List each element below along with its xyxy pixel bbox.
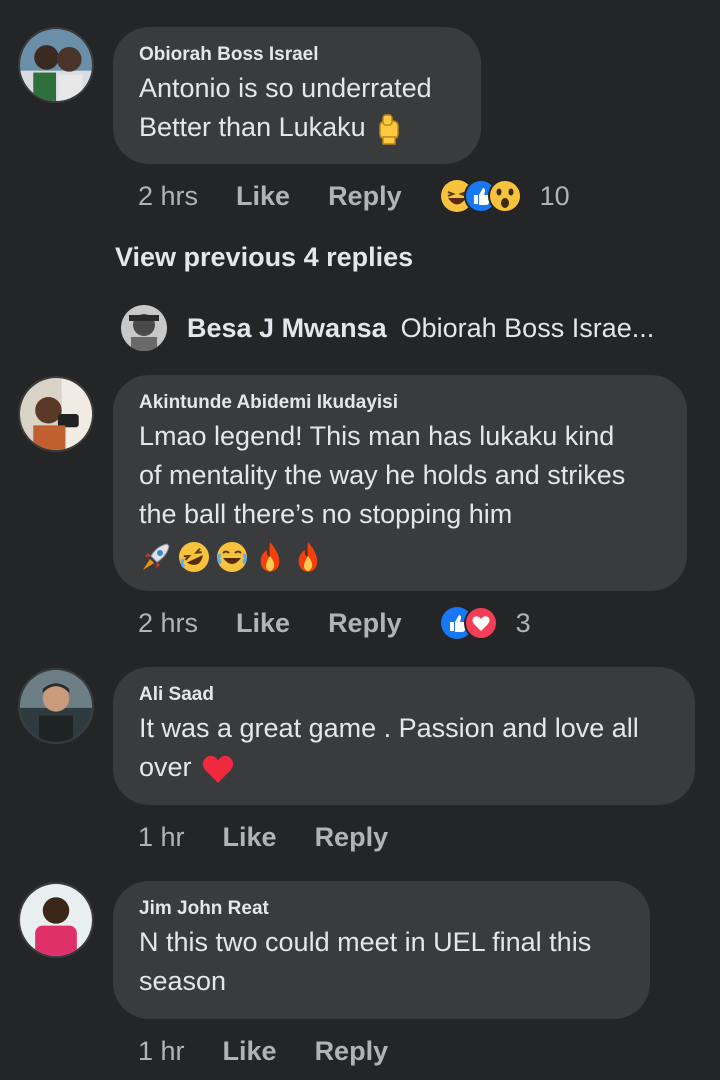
comment-bubble: Jim John Reat N this two could meet in U… — [113, 881, 650, 1019]
love-icon — [463, 606, 498, 640]
comment-actions: 1 hr Like Reply — [138, 819, 426, 855]
reply-button[interactable]: Reply — [328, 181, 402, 212]
rocket-emoji — [143, 543, 170, 570]
comment-bubble: Akintunde Abidemi Ikudayisi Lmao legend!… — [113, 375, 687, 591]
comment-actions: 1 hr Like Reply — [138, 1033, 426, 1069]
comment-time[interactable]: 1 hr — [138, 1036, 185, 1067]
wow-icon — [487, 179, 522, 213]
comment-actions: 2 hrs Like Reply 3 — [138, 605, 531, 641]
like-button[interactable]: Like — [223, 822, 277, 853]
reaction-summary[interactable] — [440, 179, 522, 213]
reply-button[interactable]: Reply — [328, 608, 402, 639]
comment-actions: 2 hrs Like Reply 10 — [138, 178, 570, 214]
reply-text: Obiorah Boss Israe... — [400, 312, 655, 343]
comment-text: Lmao legend! This man has lukaku kind of… — [139, 421, 626, 529]
raised-fist-emoji — [378, 114, 399, 145]
like-button[interactable]: Like — [223, 1036, 277, 1067]
comment-author[interactable]: Ali Saad — [139, 683, 669, 707]
reply-button[interactable]: Reply — [315, 822, 389, 853]
fire-emoji — [298, 542, 318, 572]
comment-text: N this two could meet in UEL final this … — [139, 927, 592, 996]
avatar[interactable] — [18, 882, 94, 958]
comment-text: Antonio is so underrated Better than Luk… — [139, 69, 455, 147]
comment-text: It was a great game . Passion and love a… — [139, 709, 669, 787]
view-previous-replies-link[interactable]: View previous 4 replies — [115, 242, 413, 273]
like-button[interactable]: Like — [236, 608, 290, 639]
avatar[interactable] — [18, 668, 94, 744]
comment-bubble: Ali Saad It was a great game . Passion a… — [113, 667, 695, 805]
rofl-emoji — [179, 542, 209, 572]
emoji-row — [139, 538, 661, 576]
reaction-count[interactable]: 3 — [516, 608, 531, 639]
comment-bubble: Obiorah Boss Israel Antonio is so underr… — [113, 27, 481, 164]
reply-preview[interactable]: Besa J Mwansa Obiorah Boss Israe... — [121, 304, 654, 352]
joy-emoji — [217, 542, 247, 572]
reply-author[interactable]: Besa J Mwansa — [187, 313, 387, 344]
reaction-count[interactable]: 10 — [540, 181, 570, 212]
like-button[interactable]: Like — [236, 181, 290, 212]
fire-emoji — [260, 542, 280, 572]
avatar[interactable] — [18, 376, 94, 452]
avatar[interactable] — [18, 27, 94, 103]
comment-author[interactable]: Jim John Reat — [139, 897, 624, 921]
comment-time[interactable]: 2 hrs — [138, 181, 198, 212]
comment-time[interactable]: 1 hr — [138, 822, 185, 853]
avatar[interactable] — [121, 305, 167, 351]
reaction-summary[interactable] — [440, 606, 498, 640]
comment-time[interactable]: 2 hrs — [138, 608, 198, 639]
comment-author[interactable]: Akintunde Abidemi Ikudayisi — [139, 391, 661, 415]
reply-button[interactable]: Reply — [315, 1036, 389, 1067]
comment-author[interactable]: Obiorah Boss Israel — [139, 43, 455, 67]
red-heart-emoji — [202, 755, 233, 783]
